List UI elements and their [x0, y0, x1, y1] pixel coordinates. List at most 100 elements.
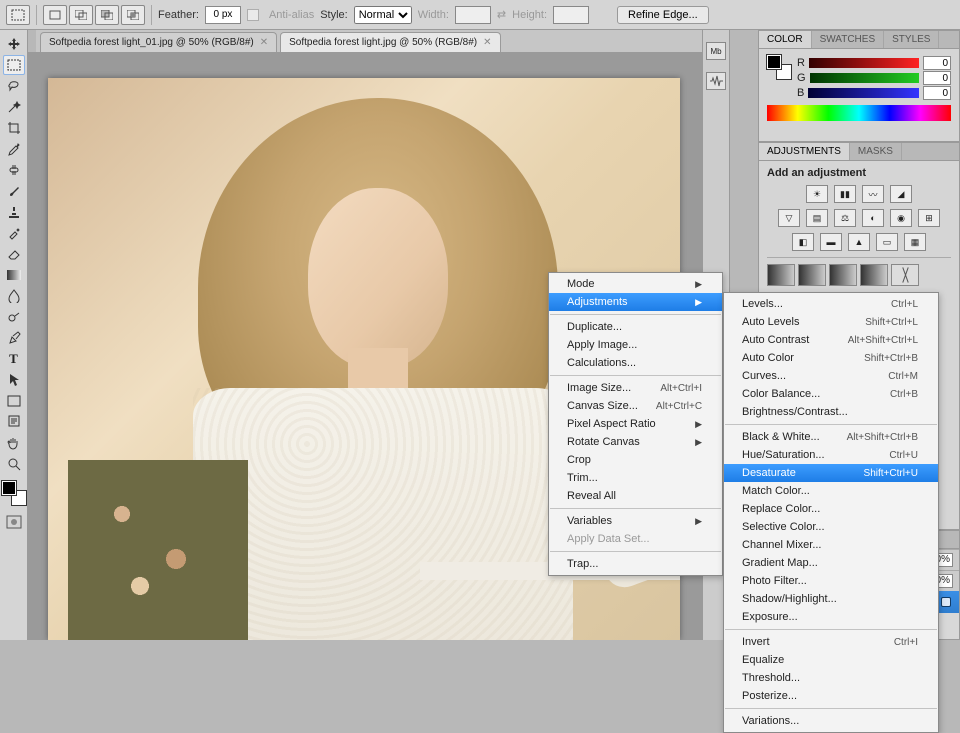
- preset[interactable]: [891, 264, 919, 286]
- crop-tool[interactable]: [3, 118, 25, 138]
- subtract-selection[interactable]: [95, 5, 119, 25]
- eraser-tool[interactable]: [3, 244, 25, 264]
- invert-icon[interactable]: ◧: [792, 233, 814, 251]
- path-select-tool[interactable]: [3, 370, 25, 390]
- r-slider[interactable]: [809, 58, 919, 68]
- brush-tool[interactable]: [3, 181, 25, 201]
- b-slider[interactable]: [808, 88, 919, 98]
- exposure-icon[interactable]: ◢: [890, 185, 912, 203]
- menu-item[interactable]: Posterize...: [724, 687, 938, 705]
- menu-item[interactable]: Hue/Saturation...Ctrl+U: [724, 446, 938, 464]
- gradient-tool[interactable]: [3, 265, 25, 285]
- document-tab[interactable]: Softpedia forest light.jpg @ 50% (RGB/8#…: [280, 32, 500, 52]
- menu-item[interactable]: Channel Mixer...: [724, 536, 938, 554]
- stamp-tool[interactable]: [3, 202, 25, 222]
- menu-item[interactable]: Mode▶: [549, 275, 722, 293]
- pen-tool[interactable]: [3, 328, 25, 348]
- menu-item[interactable]: Auto ContrastAlt+Shift+Ctrl+L: [724, 331, 938, 349]
- menu-item[interactable]: Reveal All: [549, 487, 722, 505]
- menu-item[interactable]: Auto ColorShift+Ctrl+B: [724, 349, 938, 367]
- heal-tool[interactable]: [3, 160, 25, 180]
- refine-edge-button[interactable]: Refine Edge...: [617, 6, 709, 24]
- menu-item[interactable]: Image Size...Alt+Ctrl+I: [549, 379, 722, 397]
- quickmask-tool[interactable]: [3, 512, 25, 532]
- preset[interactable]: [798, 264, 826, 286]
- hue-icon[interactable]: ▤: [806, 209, 828, 227]
- hand-tool[interactable]: [3, 433, 25, 453]
- menu-item[interactable]: Photo Filter...: [724, 572, 938, 590]
- tab-styles[interactable]: STYLES: [884, 31, 939, 48]
- mixer-icon[interactable]: ⊞: [918, 209, 940, 227]
- selcol-icon[interactable]: ▦: [904, 233, 926, 251]
- type-tool[interactable]: T: [3, 349, 25, 369]
- add-selection[interactable]: [69, 5, 93, 25]
- menu-item[interactable]: Color Balance...Ctrl+B: [724, 385, 938, 403]
- bw-icon[interactable]: ◐: [862, 209, 884, 227]
- shape-tool[interactable]: [3, 391, 25, 411]
- brightness-icon[interactable]: ☀: [806, 185, 828, 203]
- menu-item[interactable]: Gradient Map...: [724, 554, 938, 572]
- history-brush-tool[interactable]: [3, 223, 25, 243]
- menu-item[interactable]: Threshold...: [724, 669, 938, 687]
- menu-item[interactable]: Pixel Aspect Ratio▶: [549, 415, 722, 433]
- preset[interactable]: [829, 264, 857, 286]
- b-input[interactable]: [923, 86, 951, 100]
- notes-tool[interactable]: [3, 412, 25, 432]
- tab-masks[interactable]: MASKS: [850, 143, 902, 160]
- g-input[interactable]: [923, 71, 951, 85]
- lasso-tool[interactable]: [3, 76, 25, 96]
- color-swatches[interactable]: [2, 481, 26, 505]
- balance-icon[interactable]: ⚖: [834, 209, 856, 227]
- intersect-selection[interactable]: [121, 5, 145, 25]
- eyedropper-tool[interactable]: [3, 139, 25, 159]
- close-icon[interactable]: ✕: [260, 37, 268, 48]
- menu-item[interactable]: InvertCtrl+I: [724, 633, 938, 651]
- gradmap-icon[interactable]: ▭: [876, 233, 898, 251]
- feather-input[interactable]: [205, 6, 241, 24]
- menu-item[interactable]: Canvas Size...Alt+Ctrl+C: [549, 397, 722, 415]
- menu-item[interactable]: Rotate Canvas▶: [549, 433, 722, 451]
- preset[interactable]: [860, 264, 888, 286]
- g-slider[interactable]: [810, 73, 919, 83]
- spectrum-ramp[interactable]: [767, 105, 951, 121]
- menu-item[interactable]: Trim...: [549, 469, 722, 487]
- menu-item[interactable]: Match Color...: [724, 482, 938, 500]
- menu-item[interactable]: Auto LevelsShift+Ctrl+L: [724, 313, 938, 331]
- r-input[interactable]: [923, 56, 951, 70]
- menu-item[interactable]: Shadow/Highlight...: [724, 590, 938, 608]
- close-icon[interactable]: ✕: [483, 37, 491, 48]
- menu-item[interactable]: Black & White...Alt+Shift+Ctrl+B: [724, 428, 938, 446]
- style-select[interactable]: Normal: [354, 6, 412, 24]
- vibrance-icon[interactable]: ▽: [778, 209, 800, 227]
- menu-item[interactable]: Adjustments▶: [549, 293, 722, 311]
- menu-item[interactable]: Selective Color...: [724, 518, 938, 536]
- menu-item[interactable]: Replace Color...: [724, 500, 938, 518]
- wand-tool[interactable]: [3, 97, 25, 117]
- levels-icon[interactable]: ▮▮: [834, 185, 856, 203]
- menu-item[interactable]: Exposure...: [724, 608, 938, 626]
- dock-icon[interactable]: [706, 72, 726, 90]
- blur-tool[interactable]: [3, 286, 25, 306]
- menu-item[interactable]: Variables▶: [549, 512, 722, 530]
- menu-item[interactable]: Crop: [549, 451, 722, 469]
- tab-swatches[interactable]: SWATCHES: [812, 31, 885, 48]
- menu-item[interactable]: Levels...Ctrl+L: [724, 295, 938, 313]
- menu-item[interactable]: DesaturateShift+Ctrl+U: [724, 464, 938, 482]
- threshold-icon[interactable]: ▲: [848, 233, 870, 251]
- menu-item[interactable]: Equalize: [724, 651, 938, 669]
- curves-icon[interactable]: 〰: [862, 185, 884, 203]
- tab-adjustments[interactable]: ADJUSTMENTS: [759, 143, 850, 160]
- menu-item[interactable]: Brightness/Contrast...: [724, 403, 938, 421]
- preset[interactable]: [767, 264, 795, 286]
- menu-item[interactable]: Apply Image...: [549, 336, 722, 354]
- menu-item[interactable]: Variations...: [724, 712, 938, 730]
- dodge-tool[interactable]: [3, 307, 25, 327]
- menu-item[interactable]: Calculations...: [549, 354, 722, 372]
- new-selection[interactable]: [43, 5, 67, 25]
- filter-icon[interactable]: ◉: [890, 209, 912, 227]
- dock-icon[interactable]: Mb: [706, 42, 726, 60]
- document-tab[interactable]: Softpedia forest light_01.jpg @ 50% (RGB…: [40, 32, 277, 52]
- poster-icon[interactable]: ▬: [820, 233, 842, 251]
- menu-item[interactable]: Curves...Ctrl+M: [724, 367, 938, 385]
- menu-item[interactable]: Duplicate...: [549, 318, 722, 336]
